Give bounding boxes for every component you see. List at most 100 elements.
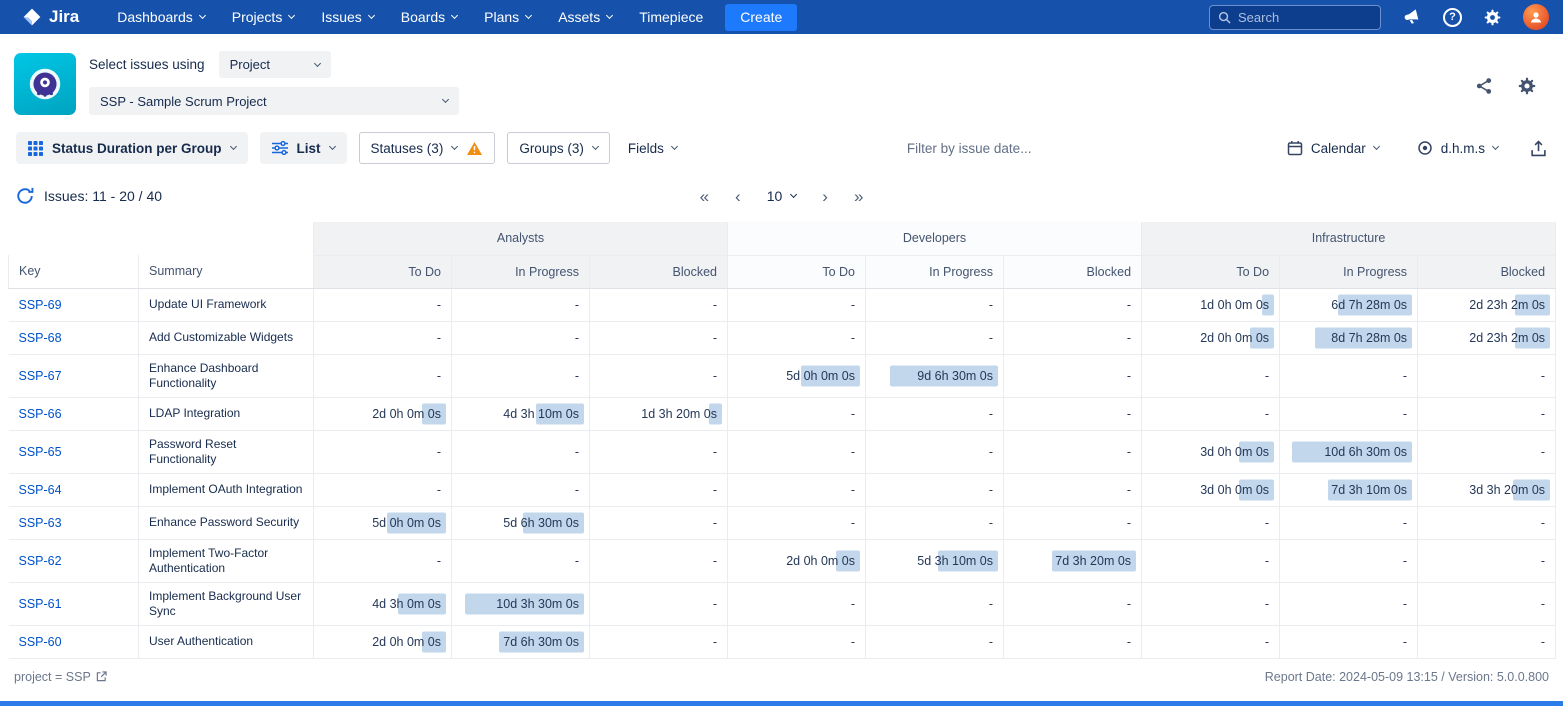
duration-cell: -	[1004, 397, 1142, 430]
duration-value: -	[575, 554, 579, 568]
duration-value: -	[1265, 554, 1269, 568]
duration-cell: -	[590, 321, 728, 354]
global-search[interactable]	[1209, 5, 1381, 30]
nav-item-label: Timepiece	[639, 9, 703, 25]
groups-filter-dropdown[interactable]: Groups (3)	[507, 132, 610, 164]
issue-key-link[interactable]: SSP-68	[19, 331, 62, 345]
duration-value: 2d 0h 0m 0s	[372, 635, 441, 649]
key-column-header: Key	[9, 255, 139, 288]
duration-value: 2d 0h 0m 0s	[1200, 331, 1269, 345]
duration-value: -	[851, 635, 855, 649]
duration-value: -	[437, 369, 441, 383]
duration-cell: 4d 3h 0m 0s	[314, 582, 452, 625]
issue-key-link[interactable]: SSP-65	[19, 445, 62, 459]
statuses-filter-dropdown[interactable]: Statuses (3)	[359, 132, 496, 164]
issue-date-filter-input[interactable]	[907, 141, 1057, 156]
warning-icon	[466, 141, 483, 156]
view-mode-label: List	[297, 141, 321, 156]
time-format-dropdown[interactable]: d.h.m.s	[1411, 140, 1504, 156]
nav-item-dashboards[interactable]: Dashboards	[117, 9, 205, 25]
duration-cell: 2d 23h 2m 0s	[1418, 288, 1556, 321]
duration-value: -	[713, 483, 717, 497]
status-column-header-todo: To Do	[314, 255, 452, 288]
duration-value: 4d 3h 10m 0s	[503, 407, 579, 421]
pagination-last-button[interactable]: »	[854, 188, 863, 205]
jira-logo-icon	[22, 7, 42, 27]
export-icon[interactable]	[1530, 140, 1547, 157]
share-icon[interactable]	[1475, 77, 1493, 95]
duration-value: -	[575, 445, 579, 459]
duration-cell: 5d 0h 0m 0s	[728, 354, 866, 397]
fields-dropdown[interactable]: Fields	[622, 141, 683, 156]
duration-value: -	[851, 407, 855, 421]
duration-cell: 5d 0h 0m 0s	[314, 506, 452, 539]
announcement-icon[interactable]	[1402, 8, 1422, 26]
search-input[interactable]	[1238, 10, 1372, 25]
issue-key-cell: SSP-64	[9, 473, 139, 506]
create-button[interactable]: Create	[725, 4, 797, 31]
duration-value: -	[437, 554, 441, 568]
user-avatar[interactable]	[1523, 4, 1549, 30]
issue-summary: Implement Two-Factor Authentication	[139, 539, 314, 582]
duration-value: -	[1403, 407, 1407, 421]
duration-cell: -	[452, 321, 590, 354]
duration-value: -	[1127, 597, 1131, 611]
duration-cell: -	[728, 582, 866, 625]
issue-key-link[interactable]: SSP-64	[19, 483, 62, 497]
calendar-dropdown[interactable]: Calendar	[1281, 140, 1385, 156]
duration-cell: 1d 0h 0m 0s	[1142, 288, 1280, 321]
issue-key-link[interactable]: SSP-63	[19, 516, 62, 530]
duration-value: -	[713, 597, 717, 611]
chevron-down-icon	[442, 96, 449, 103]
issue-key-link[interactable]: SSP-69	[19, 298, 62, 312]
issue-key-link[interactable]: SSP-62	[19, 554, 62, 568]
duration-value: -	[1541, 407, 1545, 421]
issue-summary: Implement Background User Sync	[139, 582, 314, 625]
duration-value: -	[989, 331, 993, 345]
duration-cell: -	[1004, 582, 1142, 625]
report-settings-gear-icon[interactable]	[1517, 76, 1537, 96]
duration-cell: 2d 0h 0m 0s	[314, 625, 452, 658]
nav-item-projects[interactable]: Projects	[232, 9, 295, 25]
settings-gear-icon[interactable]	[1483, 8, 1502, 27]
duration-value: -	[1403, 554, 1407, 568]
duration-value: 1d 3h 20m 0s	[641, 407, 717, 421]
issue-key-link[interactable]: SSP-66	[19, 407, 62, 421]
nav-item-plans[interactable]: Plans	[484, 9, 531, 25]
nav-item-boards[interactable]: Boards	[401, 9, 457, 25]
jql-query-link[interactable]: project = SSP	[14, 670, 107, 684]
duration-cell: -	[452, 288, 590, 321]
chevron-down-icon	[606, 12, 613, 19]
nav-item-issues[interactable]: Issues	[321, 9, 373, 25]
table-row: SSP-63Enhance Password Security5d 0h 0m …	[9, 506, 1556, 539]
page-size-dropdown[interactable]: 10	[767, 188, 797, 204]
duration-cell: -	[452, 539, 590, 582]
duration-cell: -	[866, 473, 1004, 506]
project-value: SSP - Sample Scrum Project	[100, 94, 267, 109]
duration-value: 8d 7h 28m 0s	[1331, 331, 1407, 345]
pagination-prev-button[interactable]: ‹	[735, 188, 741, 205]
refresh-icon[interactable]	[16, 187, 34, 205]
search-icon	[1218, 11, 1231, 24]
duration-value: 5d 0h 0m 0s	[372, 516, 441, 530]
project-dropdown[interactable]: SSP - Sample Scrum Project	[89, 87, 459, 115]
pagination-next-button[interactable]: ›	[822, 188, 828, 205]
duration-value: -	[1541, 445, 1545, 459]
help-icon[interactable]: ?	[1443, 8, 1462, 27]
duration-value: 3d 3h 20m 0s	[1469, 483, 1545, 497]
pagination-first-button[interactable]: «	[700, 188, 709, 205]
issue-key-link[interactable]: SSP-67	[19, 369, 62, 383]
nav-item-timepiece[interactable]: Timepiece	[639, 9, 703, 25]
issue-source-dropdown[interactable]: Project	[219, 51, 331, 78]
issue-key-link[interactable]: SSP-61	[19, 597, 62, 611]
status-column-header-blocked: Blocked	[1418, 255, 1556, 288]
report-type-dropdown[interactable]: Status Duration per Group	[16, 132, 248, 164]
nav-item-assets[interactable]: Assets	[558, 9, 612, 25]
duration-cell: -	[1280, 539, 1418, 582]
duration-value: -	[713, 635, 717, 649]
view-mode-dropdown[interactable]: List	[260, 132, 347, 164]
issue-key-link[interactable]: SSP-60	[19, 635, 62, 649]
duration-cell: -	[314, 473, 452, 506]
jira-logo[interactable]: Jira	[22, 7, 79, 27]
duration-cell: -	[1418, 397, 1556, 430]
